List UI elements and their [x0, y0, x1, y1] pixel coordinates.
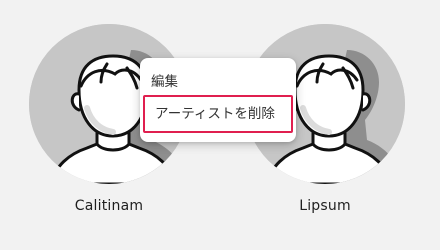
artist-name[interactable]: Lipsum — [245, 198, 405, 214]
artist-context-menu: 編集 アーティストを削除 — [140, 58, 296, 142]
artist-name[interactable]: Calitinam — [29, 198, 189, 214]
delete-artist-menu-item[interactable]: アーティストを削除 — [143, 95, 293, 133]
